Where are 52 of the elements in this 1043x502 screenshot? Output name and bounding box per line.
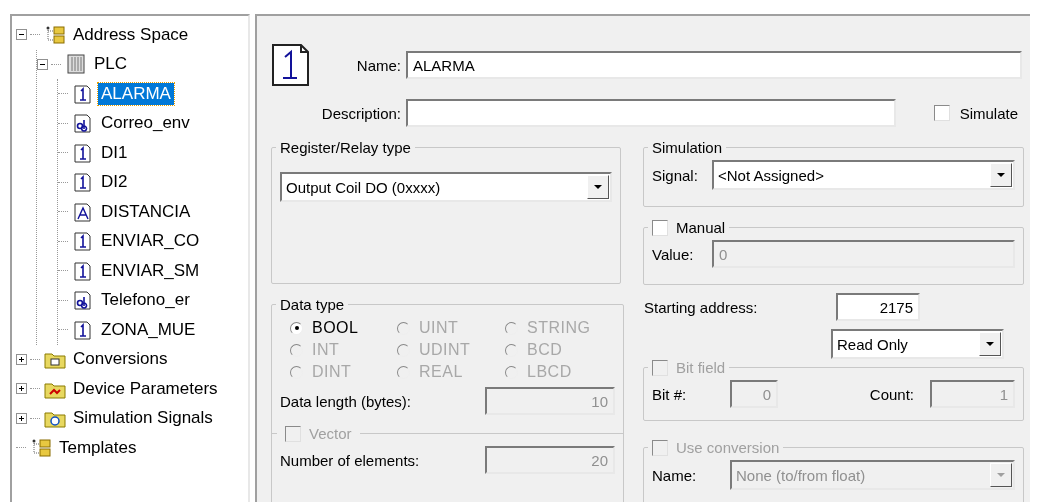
access-dropdown[interactable]: Read Only — [831, 329, 1004, 359]
caret-icon[interactable] — [587, 175, 609, 199]
manual-label: Manual — [676, 219, 726, 236]
tree-item[interactable]: ENVIAR_CO — [98, 230, 203, 253]
tree-item[interactable]: Conversions — [70, 348, 171, 371]
tree-item[interactable]: DI2 — [98, 171, 131, 194]
tree-item[interactable]: DI1 — [98, 141, 131, 164]
collapse-icon[interactable] — [37, 58, 48, 70]
expand-icon[interactable] — [16, 353, 27, 365]
caret-icon[interactable] — [990, 163, 1012, 187]
elements-label: Number of elements: — [280, 451, 421, 469]
description-label: Description: — [321, 104, 401, 122]
group-title: Register/Relay type — [280, 139, 411, 156]
simulate-checkbox[interactable] — [933, 105, 950, 121]
tree-item[interactable]: Simulation Signals — [70, 407, 216, 430]
tree-item[interactable]: PLC — [91, 53, 131, 76]
signal-label: Signal: — [652, 166, 699, 184]
tree-item[interactable]: Correo_env — [98, 112, 193, 135]
conversion-name-label: Name: — [652, 466, 698, 484]
name-label: Name: — [356, 56, 401, 74]
tree-item[interactable]: DISTANCIA — [98, 200, 194, 223]
use-conversion-label: Use conversion — [676, 439, 780, 456]
simulate-label: Simulate — [959, 104, 1018, 122]
device-icon — [64, 53, 88, 76]
name-field[interactable]: ALARMA — [406, 51, 1022, 79]
tree-item[interactable]: Device Parameters — [70, 377, 221, 400]
expand-icon[interactable] — [16, 383, 27, 395]
signal-dropdown[interactable]: <Not Assigned> — [712, 160, 1015, 190]
description-field[interactable] — [406, 99, 896, 127]
collapse-icon[interactable] — [16, 29, 27, 41]
vector-label: Vector — [309, 425, 352, 442]
group-title: Data type — [280, 296, 345, 313]
data-length-label: Data length (bytes): — [280, 392, 412, 410]
caret-icon[interactable] — [979, 332, 1001, 356]
expand-icon[interactable] — [16, 412, 27, 424]
tree-item[interactable]: Address Space — [70, 23, 192, 46]
register-type-dropdown[interactable]: Output Coil DO (0xxxx) — [280, 172, 612, 202]
starting-address-field[interactable]: 2175 — [836, 293, 920, 321]
value-label: Value: — [652, 245, 695, 263]
radio-option[interactable]: BOOL — [290, 319, 397, 337]
group-title: Simulation — [652, 139, 723, 156]
tree-item[interactable]: Telefono_er — [98, 289, 193, 312]
tree-item[interactable]: ALARMA — [98, 82, 174, 105]
tree-item[interactable]: ENVIAR_SM — [98, 259, 203, 282]
bit-field-label: Bit field — [676, 359, 726, 376]
bit-tag-icon — [271, 43, 311, 87]
tree-item[interactable]: ZONA_MUE — [98, 318, 199, 341]
starting-address-label: Starting address: — [644, 298, 759, 316]
bit-number-label: Bit #: — [652, 385, 688, 403]
count-label: Count: — [869, 385, 914, 403]
tree-item[interactable]: Templates — [56, 436, 140, 459]
manual-checkbox[interactable] — [652, 219, 668, 236]
